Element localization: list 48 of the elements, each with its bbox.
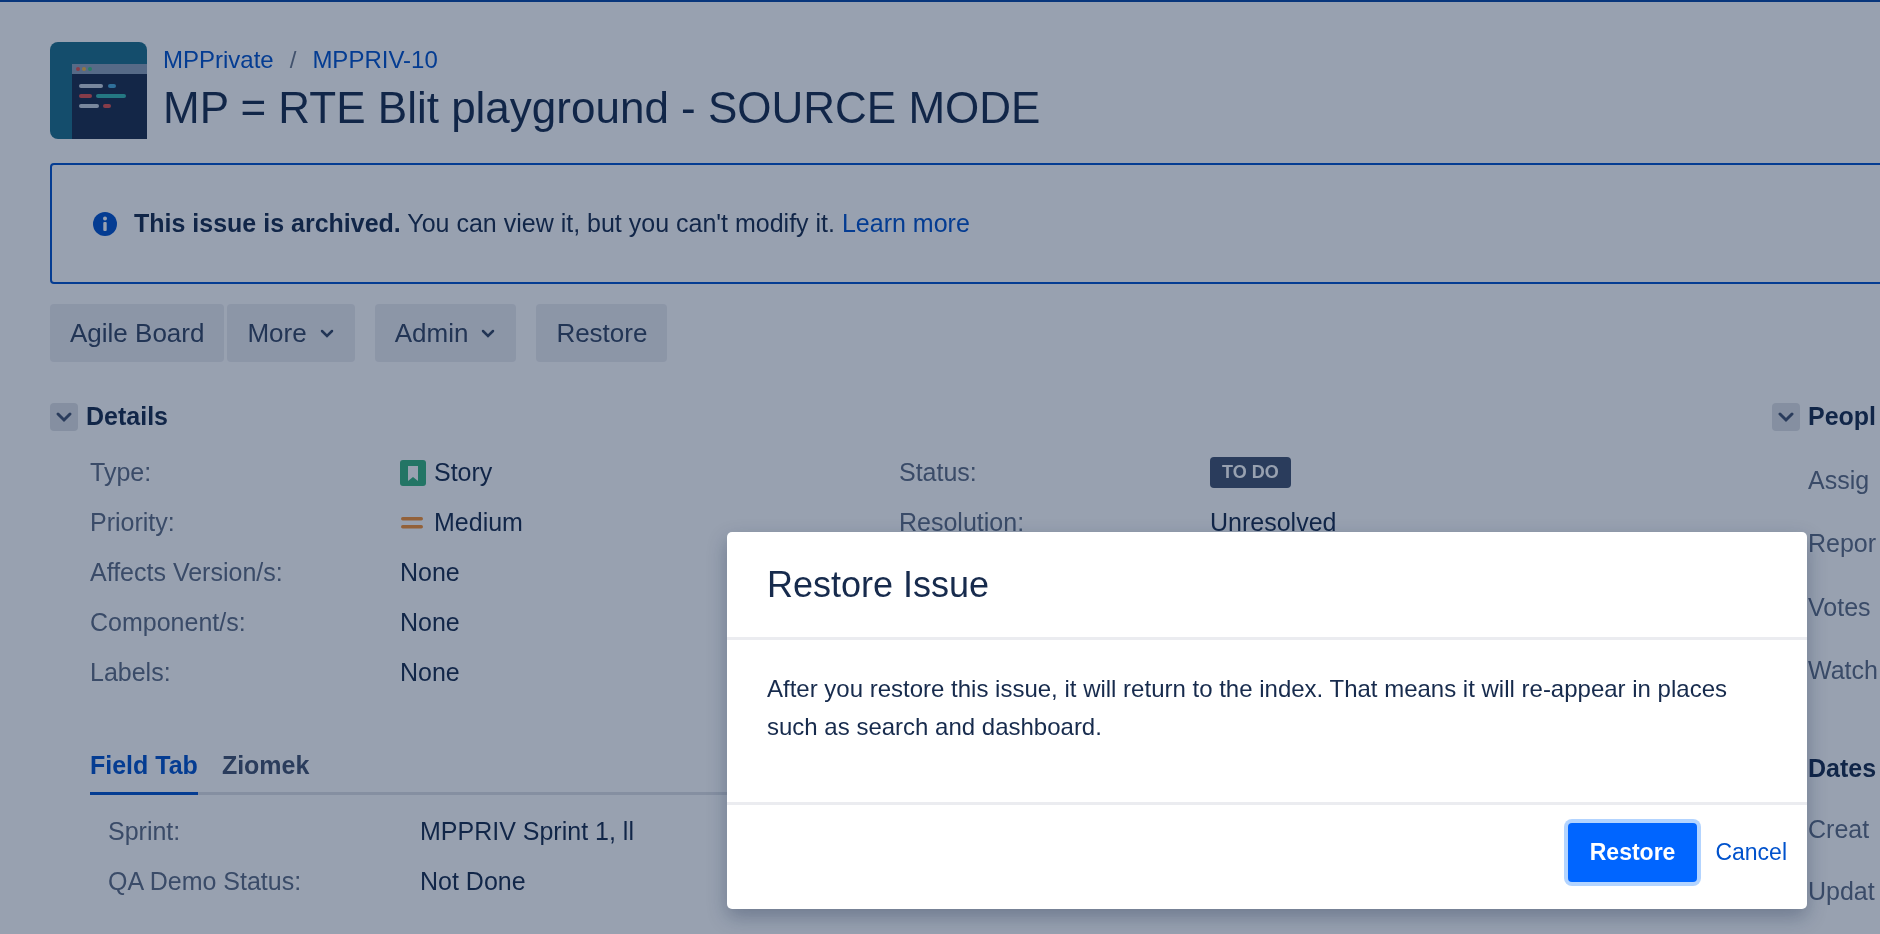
field-label: Priority: [90,506,176,538]
field-value: Medium [434,506,523,538]
toolbar-button[interactable]: Agile Board [50,304,225,362]
field-label: Resolution: [899,506,1026,538]
toolbar-button[interactable]: Restore [536,304,668,362]
breadcrumb-separator: / [289,45,297,75]
field-label: Creat [1808,814,1871,845]
cancel-link[interactable]: Cancel [1715,835,1787,870]
field-value: None [400,606,460,638]
section-heading: Dates [1808,752,1878,784]
field-label: Assig [1808,464,1871,496]
field-value: Unresolved [1210,506,1337,538]
info-icon [92,210,118,237]
field-value: None [400,656,460,688]
tab[interactable]: Field Tab [90,745,198,795]
tab[interactable]: Ziomek [221,745,310,795]
field-value: Story [434,456,493,488]
field-label: QA Demo Status: [108,866,303,898]
issue-title: MP = RTE Blit playground - SOURCE MODE [163,84,1041,133]
field-label: Labels: [90,656,172,688]
section-heading: Details [86,401,168,432]
field-label: Component/s: [90,606,247,638]
priority-medium-icon [400,514,424,531]
learn-more-link[interactable]: Learn more [841,208,970,237]
field-label: Watch [1808,655,1878,686]
collapse-toggle[interactable] [1772,402,1800,431]
field-value: None [400,556,460,588]
field-label: Repor [1808,528,1878,559]
project-logo-icon [50,42,147,139]
field-label: Type: [90,456,153,488]
dropdown-button[interactable]: Admin [374,304,517,362]
dialog-title: Restore Issue [767,562,990,607]
banner-message: This issue is archived. You can view it, but you can't modify it. Learn more [134,207,970,239]
breadcrumb-link[interactable]: MPPrivate [163,42,274,78]
field-label: Status: [899,456,978,488]
field-label: Updat [1808,875,1876,907]
dropdown-button[interactable]: More [227,304,355,362]
field-label: Affects Version/s: [90,556,284,588]
field-label: Votes [1808,591,1872,623]
field-value: MPPRIV Sprint 1, ll [420,816,634,848]
status-lozenge: TO DO [1210,457,1291,488]
dialog-message: After you restore this issue, it will return to the index. That means it will re-appear in places such as search and dashboard. [767,674,1728,743]
collapse-toggle[interactable] [50,402,78,431]
field-value: Not Done [420,866,526,898]
section-heading: Peopl [1808,401,1877,432]
field-label: Sprint: [108,816,182,848]
story-icon [400,459,426,486]
breadcrumb-link[interactable]: MPPRIV-10 [312,42,438,78]
